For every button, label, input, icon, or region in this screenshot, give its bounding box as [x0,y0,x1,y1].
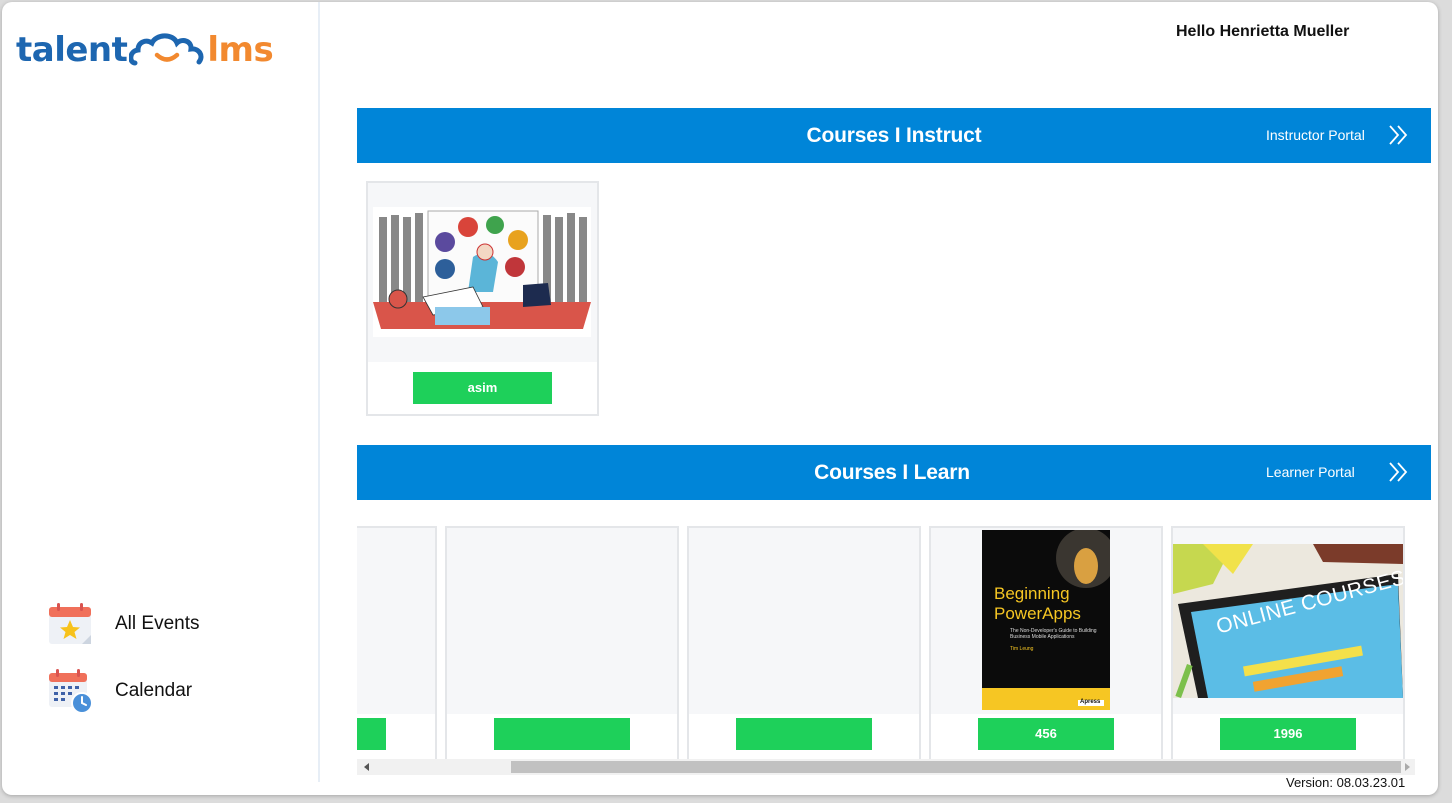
scroll-left-arrow-icon[interactable] [364,763,369,771]
course-card[interactable] [687,526,921,759]
book-title-line2: PowerApps [994,604,1081,623]
sidebar-link-calendar[interactable]: Calendar [46,667,192,715]
instructor-portal-link[interactable]: Instructor Portal [1266,108,1365,163]
courses-learn-header: Courses I Learn Learner Portal [357,445,1431,500]
course-card[interactable]: Beginning PowerApps The Non-Developer's … [929,526,1163,759]
course-name-badge[interactable] [494,718,630,750]
course-name-badge[interactable]: asim [413,372,552,404]
course-card[interactable]: asim [366,181,599,416]
user-greeting: Hello Henrietta Mueller [1176,23,1350,40]
course-card[interactable] [445,526,679,759]
course-image-book-cover: Beginning PowerApps The Non-Developer's … [982,530,1110,710]
course-card[interactable]: ONLINE COURSES 1996 [1171,526,1405,759]
horizontal-scrollbar[interactable] [357,759,1415,775]
sidebar-link-label: All Events [115,613,200,634]
sidebar-link-label: Calendar [115,680,193,701]
cloud-logo-icon [129,33,204,66]
course-name-badge[interactable]: 1996 [1220,718,1356,750]
talentlms-logo[interactable]: talent lms [16,28,274,72]
sidebar: talent lms All Events Calendar [2,2,320,782]
course-name-badge[interactable] [736,718,872,750]
logo-text-lms: lms [207,30,274,70]
learn-courses-carousel[interactable]: Beginning PowerApps The Non-Developer's … [357,526,1415,759]
course-name-badge[interactable]: 456 [978,718,1114,750]
book-title-line1: Beginning [994,584,1070,603]
version-label: Version: 08.03.23.01 [1286,775,1406,790]
course-name-badge[interactable] [357,718,386,750]
app-frame: talent lms All Events Calendar Hello Hen… [2,2,1438,795]
course-card[interactable] [357,526,437,759]
logo-text-talent: talent [16,30,128,70]
courses-instruct-header: Courses I Instruct Instructor Portal [357,108,1431,163]
sidebar-link-all-events[interactable]: All Events [46,600,199,648]
double-chevron-right-icon[interactable] [1387,124,1409,146]
book-publisher: Apress [1080,699,1101,705]
scrollbar-thumb[interactable] [511,761,1401,773]
book-subtitle: The Non-Developer's Guide to Building Bu… [1010,628,1097,640]
learner-portal-link[interactable]: Learner Portal [1266,445,1355,500]
book-author: Tim Leung [1010,646,1034,652]
calendar-star-icon [49,603,91,644]
scroll-right-arrow-icon[interactable] [1405,763,1410,771]
calendar-clock-icon [49,669,93,714]
course-image-study-illustration [373,207,591,337]
course-image-online-courses: ONLINE COURSES [1173,544,1403,698]
double-chevron-right-icon[interactable] [1387,461,1409,483]
